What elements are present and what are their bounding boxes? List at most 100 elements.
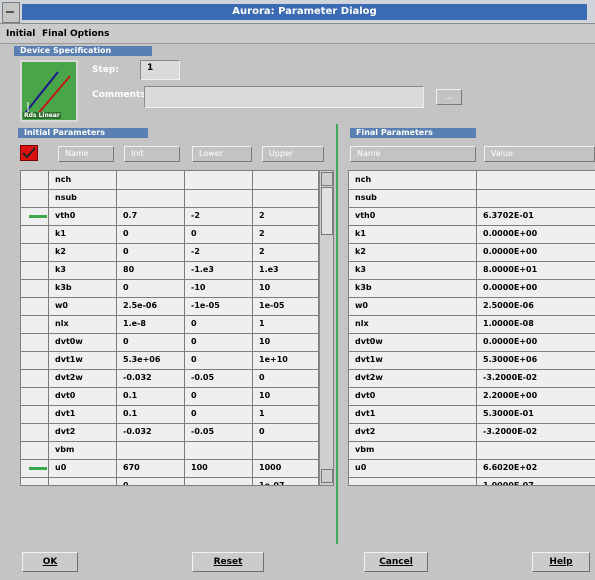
cell-lower[interactable]: 100 — [185, 459, 253, 477]
cell-name[interactable]: nch — [49, 171, 117, 189]
cell-upper[interactable]: 10 — [253, 279, 319, 297]
row-marker-cell[interactable] — [21, 423, 49, 441]
cell-lower[interactable]: -0.05 — [185, 423, 253, 441]
cell-upper[interactable]: 2 — [253, 207, 319, 225]
initial-header-name[interactable]: Name — [58, 146, 114, 162]
cell-lower[interactable]: -2 — [185, 207, 253, 225]
table-row[interactable]: dvt1w 5.3e+06 0 1e+10 — [21, 351, 319, 370]
comments-field[interactable] — [144, 86, 424, 108]
cell-upper[interactable]: 1e-05 — [253, 297, 319, 315]
table-row[interactable]: dvt0 0.1 0 10 — [21, 387, 319, 406]
table-row[interactable]: nch — [21, 171, 319, 190]
table-row[interactable]: dvt0w 0.0000E+00 — [349, 333, 595, 352]
row-marker-cell[interactable] — [21, 459, 49, 477]
cell-lower[interactable]: -1.e3 — [185, 261, 253, 279]
row-marker-cell[interactable] — [21, 369, 49, 387]
cell-lower[interactable]: -0.05 — [185, 369, 253, 387]
initial-table-scrollbar[interactable] — [319, 171, 333, 485]
initial-header-init[interactable]: Init — [124, 146, 180, 162]
menu-final[interactable]: Final — [42, 29, 67, 39]
table-row[interactable]: u0 6.6020E+02 — [349, 459, 595, 478]
table-row[interactable]: k3 8.0000E+01 — [349, 261, 595, 280]
table-row[interactable]: nsub — [21, 189, 319, 208]
cell-name[interactable] — [49, 477, 117, 485]
row-marker-cell[interactable] — [21, 333, 49, 351]
menu-initial[interactable]: Initial — [6, 29, 35, 39]
cancel-button[interactable]: Cancel — [364, 552, 428, 572]
table-row[interactable]: dvt1 0.1 0 1 — [21, 405, 319, 424]
table-row[interactable]: dvt2 -0.032 -0.05 0 — [21, 423, 319, 442]
final-header-name[interactable]: Name — [350, 146, 476, 162]
cell-init[interactable] — [117, 189, 185, 207]
cell-lower[interactable]: 0 — [185, 387, 253, 405]
cell-name[interactable]: dvt1 — [49, 405, 117, 423]
row-marker-cell[interactable] — [21, 171, 49, 189]
table-row[interactable]: dvt2w -0.032 -0.05 0 — [21, 369, 319, 388]
cell-upper[interactable]: 1 — [253, 315, 319, 333]
cell-upper[interactable]: 2 — [253, 243, 319, 261]
cell-name[interactable]: dvt1w — [49, 351, 117, 369]
window-menu-button[interactable] — [2, 2, 20, 23]
help-button[interactable]: Help — [532, 552, 590, 572]
cell-name[interactable]: dvt0 — [49, 387, 117, 405]
cell-init[interactable]: 0.7 — [117, 207, 185, 225]
cell-upper[interactable] — [253, 441, 319, 459]
row-marker-cell[interactable] — [21, 315, 49, 333]
table-row[interactable]: dvt1 5.3000E-01 — [349, 405, 595, 424]
cell-name[interactable]: w0 — [49, 297, 117, 315]
table-row[interactable]: 0 1e-07 — [21, 477, 319, 485]
cell-init[interactable]: 0.1 — [117, 387, 185, 405]
table-row[interactable]: k3b 0.0000E+00 — [349, 279, 595, 298]
cell-init[interactable]: 1.e-8 — [117, 315, 185, 333]
cell-init[interactable]: 670 — [117, 459, 185, 477]
cell-lower[interactable]: 0 — [185, 225, 253, 243]
initial-header-upper[interactable]: Upper — [262, 146, 324, 162]
scroll-up-arrow-icon[interactable] — [321, 172, 333, 186]
table-row[interactable]: dvt0 2.2000E+00 — [349, 387, 595, 406]
row-marker-cell[interactable] — [21, 297, 49, 315]
cell-upper[interactable]: 0 — [253, 423, 319, 441]
cell-lower[interactable] — [185, 477, 253, 485]
final-header-value[interactable]: Value — [484, 146, 595, 162]
cell-name[interactable]: k1 — [49, 225, 117, 243]
table-row[interactable]: vbm — [349, 441, 595, 460]
table-row[interactable]: nlx 1.0000E-08 — [349, 315, 595, 334]
select-all-checkbox[interactable] — [20, 145, 38, 161]
cell-init[interactable]: 0.1 — [117, 405, 185, 423]
cell-lower[interactable] — [185, 441, 253, 459]
table-row[interactable]: nlx 1.e-8 0 1 — [21, 315, 319, 334]
cell-lower[interactable]: 0 — [185, 351, 253, 369]
scroll-thumb[interactable] — [321, 187, 333, 235]
row-marker-cell[interactable] — [21, 477, 49, 485]
cell-lower[interactable]: -2 — [185, 243, 253, 261]
table-row[interactable]: u0 670 100 1000 — [21, 459, 319, 478]
table-row[interactable]: dvt2w -3.2000E-02 — [349, 369, 595, 388]
table-row[interactable]: vth0 6.3702E-01 — [349, 207, 595, 226]
table-row[interactable]: dvt1w 5.3000E+06 — [349, 351, 595, 370]
cell-upper[interactable]: 1 — [253, 405, 319, 423]
row-marker-cell[interactable] — [21, 387, 49, 405]
table-row[interactable]: w0 2.5000E-06 — [349, 297, 595, 316]
cell-upper[interactable] — [253, 171, 319, 189]
cell-upper[interactable]: 10 — [253, 387, 319, 405]
cell-name[interactable]: dvt2 — [49, 423, 117, 441]
row-marker-cell[interactable] — [21, 207, 49, 225]
table-row[interactable]: dvt2 -3.2000E-02 — [349, 423, 595, 442]
cell-lower[interactable]: -10 — [185, 279, 253, 297]
cell-lower[interactable]: 0 — [185, 333, 253, 351]
row-marker-cell[interactable] — [21, 351, 49, 369]
table-row[interactable]: w0 2.5e-06 -1e-05 1e-05 — [21, 297, 319, 316]
row-marker-cell[interactable] — [21, 189, 49, 207]
table-row[interactable]: dvt0w 0 0 10 — [21, 333, 319, 352]
cell-name[interactable]: dvt2w — [49, 369, 117, 387]
cell-init[interactable]: 80 — [117, 261, 185, 279]
cell-upper[interactable]: 1e-07 — [253, 477, 319, 485]
cell-upper[interactable]: 1000 — [253, 459, 319, 477]
cell-name[interactable]: k3b — [49, 279, 117, 297]
cell-lower[interactable] — [185, 189, 253, 207]
cell-upper[interactable]: 1e+10 — [253, 351, 319, 369]
step-field[interactable]: 1 — [140, 60, 180, 80]
cell-lower[interactable]: 0 — [185, 315, 253, 333]
row-marker-cell[interactable] — [21, 279, 49, 297]
initial-header-lower[interactable]: Lower — [192, 146, 252, 162]
